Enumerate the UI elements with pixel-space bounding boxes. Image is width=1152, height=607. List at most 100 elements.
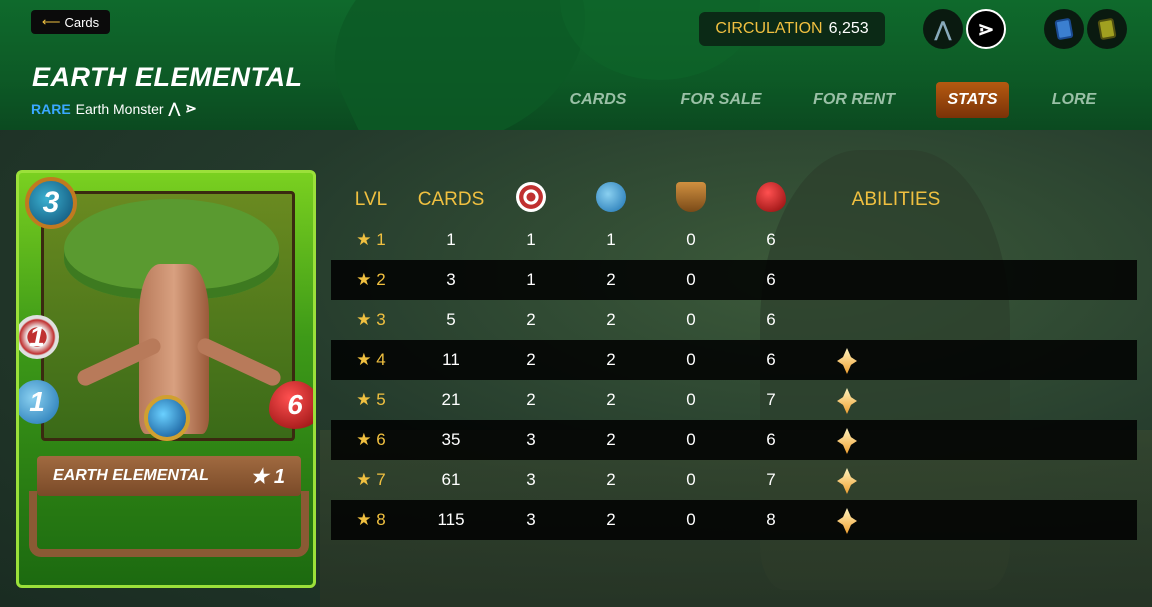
tab-cards[interactable]: CARDS [555,82,641,118]
cell-lvl: ★ 4 [356,350,386,369]
table-row: ★ 2 3 1 2 0 6 [331,260,1137,300]
cell-ranged: 2 [606,510,616,529]
cell-cards: 115 [437,510,465,529]
cell-armor: 0 [686,310,696,329]
cell-cards: 61 [441,470,461,489]
target-icon [516,182,546,212]
back-to-cards-button[interactable]: ⟵ Cards [31,10,110,34]
blue-card-button[interactable] [1044,9,1084,49]
cell-health: 6 [766,350,776,369]
header-lvl: LVL [354,189,388,210]
cell-lvl: ★ 1 [356,230,386,249]
cell-attack: 2 [526,310,536,329]
card-level: ★ 1 [250,465,285,488]
tab-stats[interactable]: STATS [936,82,1009,118]
cell-attack: 3 [526,510,536,529]
cell-ranged: 2 [606,470,616,489]
circulation-badge: CIRCULATION 6,253 [699,12,885,46]
card-name-banner: EARTH ELEMENTAL ★ 1 [37,456,301,496]
card-image: 3 1 1 6 EARTH ELEMENTAL ★ 1 [16,170,316,588]
ability-icon[interactable] [837,468,857,494]
cell-attack: 2 [526,350,536,369]
cell-cards: 35 [441,430,461,449]
cell-attack: 1 [526,270,536,289]
ability-icon[interactable] [837,348,857,374]
cell-ranged: 2 [606,430,616,449]
header-attack [491,182,571,218]
ability-icon[interactable] [837,428,857,454]
header-abilities: ABILITIES [851,189,941,210]
header-ranged [571,182,651,218]
table-row: ★ 4 11 2 2 0 6 [331,340,1137,380]
tab-bar: CARDS FOR SALE FOR RENT STATS LORE [0,82,1152,118]
tab-for-rent[interactable]: FOR RENT [806,82,902,118]
cell-cards: 1 [446,230,456,249]
card-stack-icon [1054,17,1074,41]
header: ⟵ Cards EARTH ELEMENTAL RARE Earth Monst… [0,0,1152,130]
cell-ranged: 1 [606,230,616,249]
cell-health: 6 [766,270,776,289]
cell-ranged: 2 [606,270,616,289]
table-header: LVL CARDS ABILITIES [331,180,1137,220]
cell-ranged: 2 [606,350,616,369]
circulation-value: 6,253 [828,20,869,37]
shield-icon [676,182,706,212]
ranged-badge: 1 [19,380,59,424]
cell-armor: 0 [686,350,696,369]
header-cards: CARDS [417,189,485,210]
cell-armor: 0 [686,230,696,249]
mana-cost-badge: 3 [25,177,77,229]
gold-card-button[interactable] [1087,9,1127,49]
cell-health: 6 [766,430,776,449]
header-armor [651,182,731,218]
cell-ranged: 2 [606,390,616,409]
table-row: ★ 6 35 3 2 0 6 [331,420,1137,460]
cell-health: 7 [766,470,776,489]
attack-badge: 1 [19,315,59,359]
ability-icon[interactable] [837,388,857,414]
card-name: EARTH ELEMENTAL [53,467,209,484]
cell-cards: 3 [446,270,456,289]
cell-lvl: ★ 3 [356,310,386,329]
tab-lore[interactable]: LORE [1040,82,1108,118]
cell-health: 7 [766,390,776,409]
stats-table: LVL CARDS ABILITIES ★ 1 1 1 1 0 6 ★ 2 3 … [331,180,1137,540]
card-stack-icon [1097,17,1117,41]
beta-edition-button[interactable]: ⋗ [966,9,1006,49]
cell-health: 8 [766,510,776,529]
table-row: ★ 1 1 1 1 0 6 [331,220,1137,260]
alpha-edition-button[interactable]: ⋀ [923,9,963,49]
arrow-left-icon: ⟵ [41,14,61,29]
cell-armor: 0 [686,390,696,409]
earth-element-icon [144,395,190,441]
cell-lvl: ★ 8 [356,510,386,529]
bow-icon [596,182,626,212]
header-health [731,182,811,218]
heart-icon [756,182,786,212]
cell-lvl: ★ 2 [356,270,386,289]
cell-attack: 1 [526,230,536,249]
cell-health: 6 [766,310,776,329]
back-label: Cards [64,14,100,30]
cell-lvl: ★ 7 [356,470,386,489]
cell-armor: 0 [686,470,696,489]
cell-attack: 3 [526,430,536,449]
cell-lvl: ★ 6 [356,430,386,449]
cell-armor: 0 [686,430,696,449]
card-scroll [29,491,309,557]
tab-for-sale[interactable]: FOR SALE [673,82,769,118]
cell-armor: 0 [686,270,696,289]
table-row: ★ 8 115 3 2 0 8 [331,500,1137,540]
ability-icon[interactable] [837,508,857,534]
cell-attack: 3 [526,470,536,489]
cell-armor: 0 [686,510,696,529]
cell-ranged: 2 [606,310,616,329]
table-row: ★ 7 61 3 2 0 7 [331,460,1137,500]
health-badge: 6 [269,381,313,429]
table-row: ★ 5 21 2 2 0 7 [331,380,1137,420]
circulation-label: CIRCULATION [715,20,823,37]
cell-lvl: ★ 5 [356,390,386,409]
cell-attack: 2 [526,390,536,409]
cell-cards: 21 [441,390,461,409]
cell-cards: 5 [446,310,456,329]
